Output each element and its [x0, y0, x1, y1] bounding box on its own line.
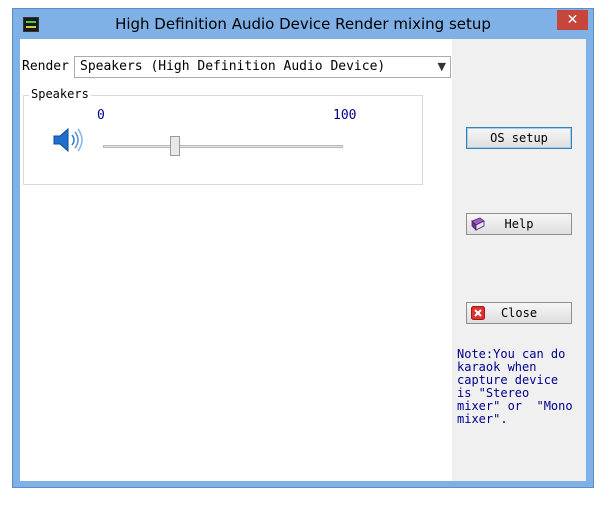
karaoke-note: Note:You can do karaok when capture devi…	[457, 347, 573, 426]
volume-max-label: 100	[333, 108, 357, 123]
volume-slider-thumb[interactable]	[170, 136, 180, 156]
window-title: High Definition Audio Device Render mixi…	[115, 15, 491, 33]
render-label: Render	[22, 59, 69, 74]
title-bar[interactable]: High Definition Audio Device Render mixi…	[13, 9, 593, 39]
help-button[interactable]: Help	[466, 213, 572, 235]
volume-min-label: 0	[97, 108, 105, 123]
render-device-value: Speakers (High Definition Audio Device)	[80, 59, 386, 74]
chevron-down-icon[interactable]: ▼	[438, 57, 446, 77]
volume-slider-track[interactable]	[103, 145, 343, 148]
os-setup-button[interactable]: OS setup	[466, 127, 572, 149]
window-close-button[interactable]: ✕	[557, 10, 588, 30]
close-label: Close	[500, 306, 538, 320]
speakers-group-label: Speakers	[29, 87, 91, 101]
dialog-client-area: Render Speakers (High Definition Audio D…	[20, 39, 586, 481]
os-setup-label: OS setup	[490, 131, 548, 145]
speaker-icon[interactable]	[52, 126, 88, 154]
render-device-select[interactable]: Speakers (High Definition Audio Device) …	[74, 56, 451, 78]
mixer-pane: Render Speakers (High Definition Audio D…	[20, 39, 452, 481]
app-window: High Definition Audio Device Render mixi…	[12, 8, 594, 488]
close-button[interactable]: Close	[466, 302, 572, 324]
help-label: Help	[504, 217, 534, 231]
speakers-groupbox: Speakers 0 100	[23, 87, 423, 185]
